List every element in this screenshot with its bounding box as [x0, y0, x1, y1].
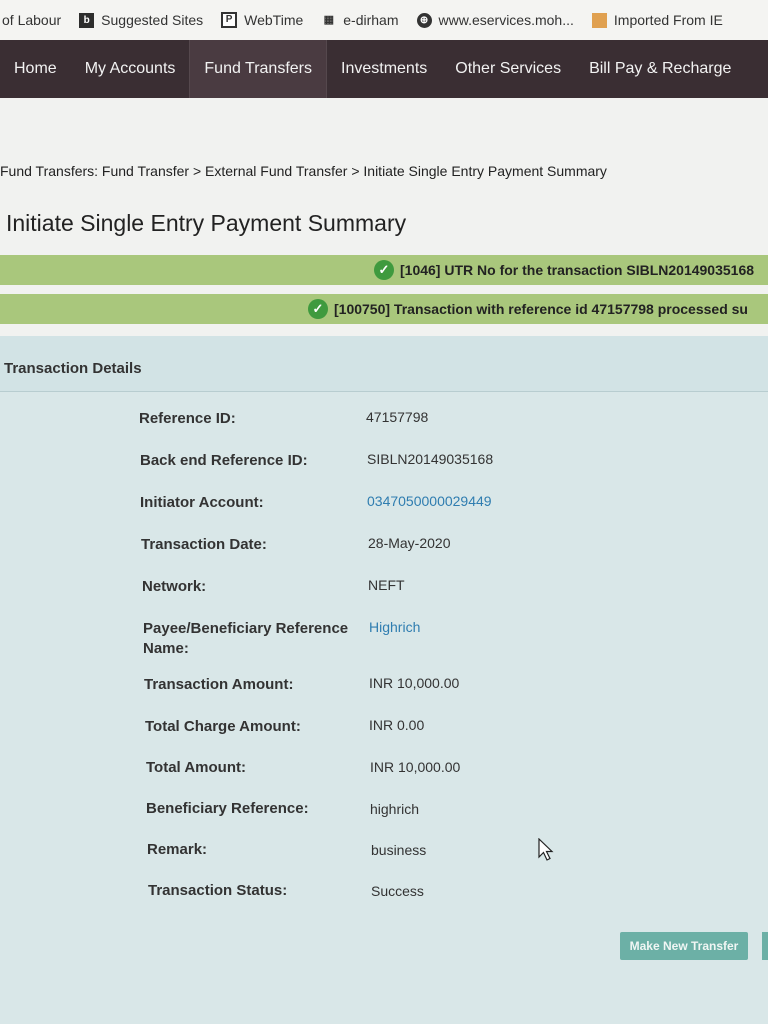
favorite-suggested-sites[interactable]: b Suggested Sites	[79, 12, 203, 28]
make-new-transfer-button[interactable]: Make New Transfer	[620, 932, 748, 960]
favorite-imported-from-ie[interactable]: Imported From IE	[591, 12, 723, 28]
nav-label: My Accounts	[84, 60, 176, 77]
payee-reference-name-label: Payee/Beneficiary Reference Name:	[143, 620, 349, 657]
favorite-label: e-dirham	[343, 12, 399, 28]
beneficiary-reference-value: highrich	[370, 801, 420, 817]
edirham-icon: ▦	[323, 13, 334, 26]
page-title: Initiate Single Entry Payment Summary	[6, 210, 407, 236]
nav-fund-transfers[interactable]: Fund Transfers	[190, 40, 326, 98]
network-label: Network:	[142, 578, 207, 595]
nav-label: Home	[14, 60, 57, 77]
transaction-amount-label: Transaction Amount:	[144, 676, 294, 693]
favorite-label: www.eservices.moh...	[438, 12, 574, 28]
nav-my-accounts[interactable]: My Accounts	[71, 40, 190, 98]
folder-icon	[591, 12, 607, 28]
reference-id-label: Reference ID:	[139, 410, 236, 427]
remark-value: business	[371, 842, 427, 858]
favorite-label: WebTime	[244, 12, 304, 28]
nav-bill-pay-recharge[interactable]: Bill Pay & Recharge	[575, 40, 745, 98]
details-title: Transaction Details	[4, 360, 142, 377]
favorite-of-labour[interactable]: of Labour	[2, 12, 61, 28]
transaction-amount-value: INR 10,000.00	[369, 675, 460, 691]
transaction-date-value: 28-May-2020	[368, 535, 451, 551]
nav-home[interactable]: Home	[0, 40, 71, 98]
nav-label: Fund Transfers	[204, 60, 312, 77]
mouse-cursor-icon	[538, 838, 554, 861]
nav-label: Investments	[341, 60, 428, 77]
initiator-account-link[interactable]: 0347050000029449	[367, 493, 492, 509]
backend-reference-id-label: Back end Reference ID:	[140, 452, 308, 469]
favorite-webtime[interactable]: P WebTime	[221, 12, 303, 28]
secondary-button-edge[interactable]	[762, 932, 768, 960]
transaction-status-label: Transaction Status:	[148, 882, 288, 899]
main-nav: Home My Accounts Fund Transfers Investme…	[0, 40, 768, 98]
message-text: [1046] UTR No for the transaction SIBLN2…	[400, 262, 755, 278]
bing-icon: b	[79, 12, 95, 28]
payee-reference-name-value: Highrich	[369, 619, 421, 635]
initiator-account-label: Initiator Account:	[140, 494, 264, 511]
total-charge-label: Total Charge Amount:	[145, 718, 301, 735]
reference-id-value: 47157798	[366, 409, 429, 425]
utr-message: ✓ [1046] UTR No for the transaction SIBL…	[0, 255, 768, 285]
nav-other-services[interactable]: Other Services	[441, 40, 575, 98]
nav-label: Bill Pay & Recharge	[589, 60, 732, 77]
success-message: ✓ [100750] Transaction with reference id…	[0, 294, 768, 324]
network-value: NEFT	[368, 577, 405, 593]
favorite-label: Imported From IE	[613, 12, 723, 28]
message-text: [100750] Transaction with reference id 4…	[334, 301, 748, 317]
favorite-label: Suggested Sites	[101, 12, 204, 28]
nav-label: Other Services	[455, 60, 562, 77]
backend-reference-id-value: SIBLN20149035168	[367, 451, 494, 467]
check-icon: ✓	[374, 260, 394, 280]
breadcrumb: Fund Transfers: Fund Transfer > External…	[0, 163, 607, 179]
beneficiary-reference-label: Beneficiary Reference:	[146, 800, 309, 817]
favorite-label: of Labour	[2, 12, 62, 28]
favorite-edirham[interactable]: ▦ e-dirham	[321, 12, 399, 28]
total-amount-label: Total Amount:	[146, 759, 246, 776]
transaction-status-value: Success	[371, 883, 424, 899]
webtime-icon: P	[221, 12, 238, 28]
total-amount-value: INR 10,000.00	[370, 759, 461, 775]
total-charge-value: INR 0.00	[369, 717, 425, 733]
details-header: Transaction Details	[0, 336, 768, 392]
favorite-eservices[interactable]: ⊕ www.eservices.moh...	[416, 12, 574, 28]
globe-icon: ⊕	[416, 12, 432, 28]
nav-investments[interactable]: Investments	[327, 40, 441, 98]
check-icon: ✓	[308, 299, 328, 319]
remark-label: Remark:	[147, 841, 208, 858]
favorites-bar: of Labour b Suggested Sites P WebTime ▦ …	[0, 0, 768, 41]
transaction-date-label: Transaction Date:	[141, 536, 267, 553]
